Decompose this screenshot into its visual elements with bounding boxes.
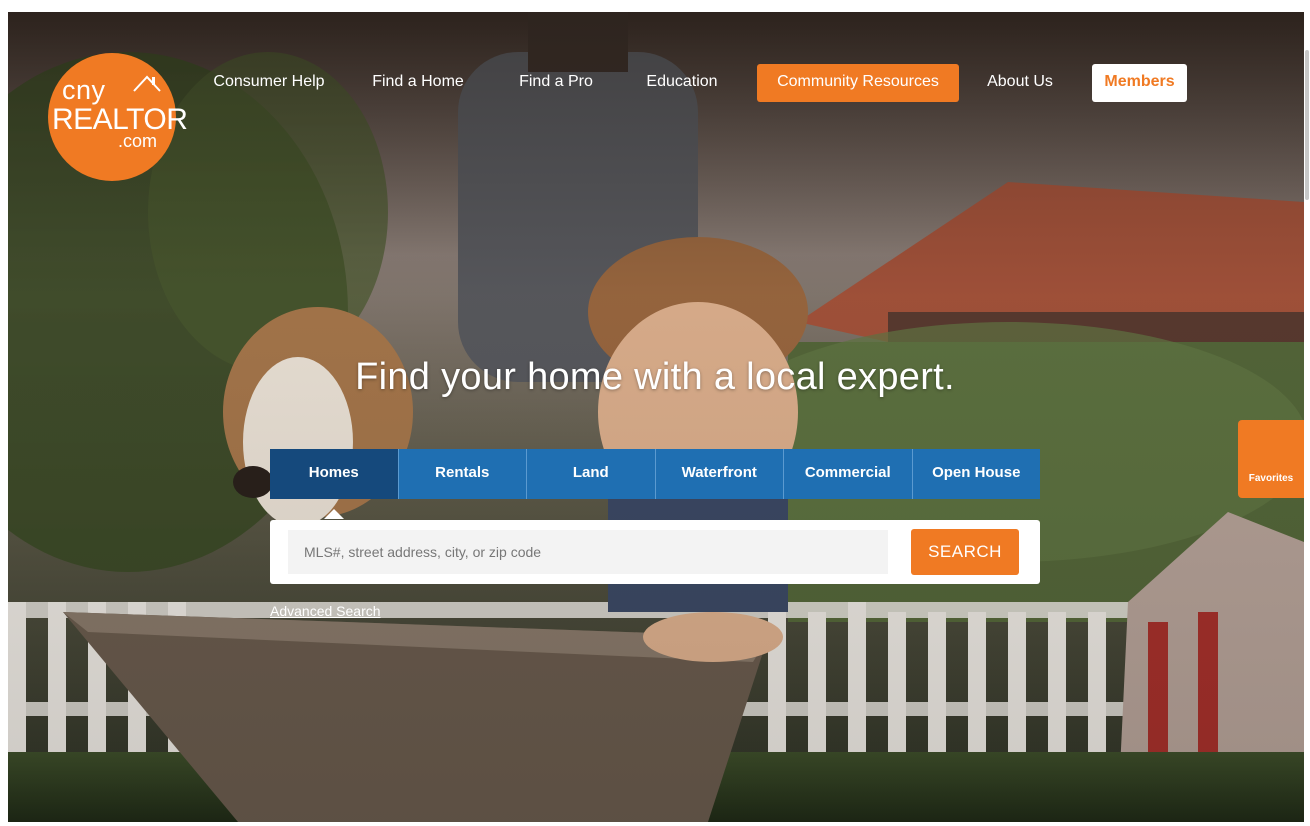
tab-commercial[interactable]: Commercial xyxy=(784,449,913,499)
nav-education[interactable]: Education xyxy=(632,64,732,102)
house-roof-icon xyxy=(133,75,161,92)
search-input[interactable] xyxy=(288,530,888,574)
search-box: SEARCH xyxy=(270,520,1040,584)
tab-homes[interactable]: Homes xyxy=(270,449,399,519)
hero-overlay xyxy=(8,12,1304,822)
tab-rentals[interactable]: Rentals xyxy=(398,449,527,499)
cnyrealtor-logo[interactable]: cny REALTOR .com xyxy=(48,53,188,181)
search-button[interactable]: SEARCH xyxy=(911,529,1019,575)
hero-banner xyxy=(8,12,1304,822)
page-scrollbar[interactable] xyxy=(1304,12,1310,822)
tab-open-house[interactable]: Open House xyxy=(912,449,1040,499)
members-button[interactable]: Members xyxy=(1092,64,1187,102)
nav-consumer-help[interactable]: Consumer Help xyxy=(198,64,340,102)
tab-waterfront[interactable]: Waterfront xyxy=(655,449,784,499)
favorites-tab[interactable]: Favorites xyxy=(1238,420,1304,498)
page: cny REALTOR .com Consumer Help Find a Ho… xyxy=(0,0,1310,826)
scrollbar-thumb[interactable] xyxy=(1305,50,1309,200)
nav-about-us[interactable]: About Us xyxy=(974,64,1066,102)
tab-land[interactable]: Land xyxy=(527,449,656,499)
nav-community-resources[interactable]: Community Resources xyxy=(757,64,959,102)
search-type-tabs: Homes Rentals Land Waterfront Commercial… xyxy=(270,449,1040,519)
nav-find-a-pro[interactable]: Find a Pro xyxy=(506,64,606,102)
logo-text-dotcom: .com xyxy=(118,131,158,151)
hero-headline: Find your home with a local expert. xyxy=(355,356,955,398)
advanced-search-link[interactable]: Advanced Search xyxy=(270,603,381,619)
logo-text-cny: cny xyxy=(62,75,106,105)
nav-find-a-home[interactable]: Find a Home xyxy=(362,64,474,102)
